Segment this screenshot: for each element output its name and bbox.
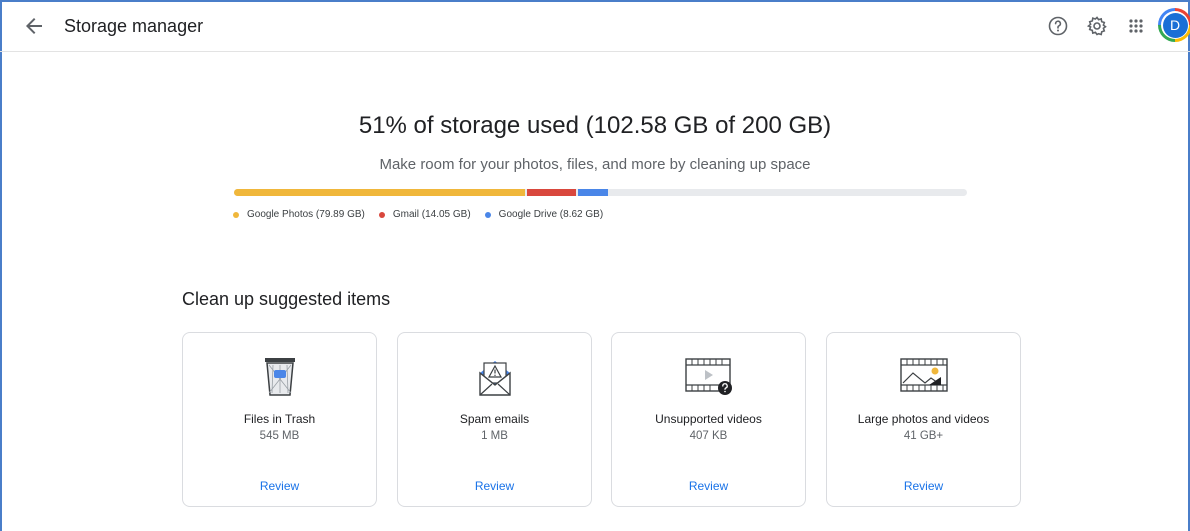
legend-dot xyxy=(484,211,491,218)
card-title: Spam emails xyxy=(459,412,530,426)
avatar-initial: D xyxy=(1162,12,1188,38)
back-arrow-icon[interactable] xyxy=(22,14,46,38)
storage-bar-segment xyxy=(234,189,525,196)
card-size: 1 MB xyxy=(481,430,508,442)
card-title: Large photos and videos xyxy=(857,412,990,426)
legend-dot xyxy=(378,211,385,218)
card-files-in-trash[interactable]: Files in Trash 545 MB Review xyxy=(182,332,377,507)
card-large-photos-and-videos[interactable]: Large photos and videos 41 GB+ Review xyxy=(826,332,1021,507)
apps-grid-icon[interactable] xyxy=(1124,14,1148,38)
storage-usage-subtitle: Make room for your photos, files, and mo… xyxy=(379,156,811,173)
storage-usage-bar xyxy=(234,189,967,196)
trash-bin-icon xyxy=(255,353,305,399)
review-link[interactable]: Review xyxy=(183,479,376,493)
settings-gear-icon[interactable] xyxy=(1085,14,1109,38)
storage-usage-title: 51% of storage used (102.58 GB of 200 GB… xyxy=(358,112,832,139)
card-title: Unsupported videos xyxy=(655,412,762,426)
large-photo-icon xyxy=(899,353,949,399)
storage-bar-segment xyxy=(578,189,608,196)
storage-legend: Google Photos (79.89 GB) Gmail (14.05 GB)… xyxy=(233,209,617,220)
legend-dot xyxy=(233,211,239,218)
section-title: Clean up suggested items xyxy=(182,289,391,309)
card-spam-emails[interactable]: Spam emails 1 MB Review xyxy=(397,332,592,507)
card-size: 41 GB+ xyxy=(903,430,944,442)
legend-item: Gmail (14.05 GB) xyxy=(378,209,471,220)
card-unsupported-videos[interactable]: Unsupported videos 407 KB Review xyxy=(611,332,806,507)
page-title: Storage manager xyxy=(64,16,204,36)
account-avatar[interactable]: D xyxy=(1158,8,1190,42)
legend-item: Google Drive (8.62 GB) xyxy=(484,209,604,220)
spam-envelope-icon xyxy=(470,353,520,399)
review-link[interactable]: Review xyxy=(827,479,1020,493)
legend-item: Google Photos (79.89 GB) xyxy=(233,209,365,220)
legend-label: Google Photos (79.89 GB) xyxy=(247,209,365,220)
unsupported-video-icon xyxy=(684,353,734,399)
review-link[interactable]: Review xyxy=(398,479,591,493)
legend-label: Google Drive (8.62 GB) xyxy=(498,209,604,220)
help-icon[interactable] xyxy=(1046,14,1070,38)
legend-label: Gmail (14.05 GB) xyxy=(392,209,471,220)
top-bar: Storage manager D xyxy=(0,0,1190,52)
card-title: Files in Trash xyxy=(243,412,316,426)
card-size: 407 KB xyxy=(689,430,728,442)
review-link[interactable]: Review xyxy=(612,479,805,493)
storage-bar-segment xyxy=(527,189,576,196)
card-size: 545 MB xyxy=(259,430,300,442)
